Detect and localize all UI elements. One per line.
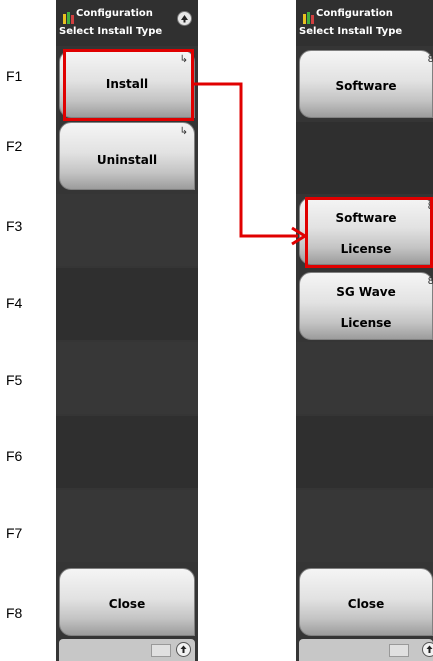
panel-subtitle: Select Install Type — [59, 26, 163, 37]
close-button[interactable]: Close — [299, 568, 433, 636]
empty-softkey-f6 — [56, 416, 198, 488]
button-label-line1: SG Wave — [336, 285, 396, 299]
button-label: Close — [108, 597, 146, 611]
configuration-icon — [302, 10, 316, 24]
fkey-label-f4: F4 — [6, 295, 23, 311]
fkey-label-f8: F8 — [6, 605, 23, 621]
fkey-label-f6: F6 — [6, 448, 23, 464]
panel-footer — [59, 639, 195, 661]
return-icon[interactable] — [422, 642, 433, 657]
fkey-label-f2: F2 — [6, 138, 23, 154]
panel-header: Configuration Select Install Type — [56, 0, 198, 46]
button-label: Software — [335, 79, 397, 93]
sg-wave-license-button[interactable]: 8 SG Wave License — [299, 272, 433, 340]
panel-header: Configuration Select Install Type — [296, 0, 433, 46]
empty-softkey-f4 — [56, 268, 198, 340]
panel-title: Configuration — [316, 8, 393, 19]
empty-softkey-f7 — [296, 490, 433, 562]
panel-subtitle: Select Install Type — [299, 26, 403, 37]
uninstall-button[interactable]: ↳ Uninstall — [59, 122, 195, 190]
right-softkey-panel: Configuration Select Install Type 8 Soft… — [296, 0, 433, 661]
software-button[interactable]: 8 Software — [299, 50, 433, 118]
empty-softkey-f5 — [56, 342, 198, 414]
panel-title: Configuration — [76, 8, 153, 19]
arrow-up-icon[interactable] — [177, 11, 192, 26]
return-icon[interactable] — [176, 642, 191, 657]
empty-softkey-f2 — [296, 122, 433, 194]
submenu-arrow-icon: ↳ — [179, 126, 188, 137]
status-box — [389, 644, 409, 657]
empty-softkey-f6 — [296, 416, 433, 488]
status-box — [151, 644, 171, 657]
install-highlight-box — [63, 49, 194, 121]
button-label: Close — [347, 597, 385, 611]
empty-softkey-f5 — [296, 342, 433, 414]
submenu-arrow-icon: 8 — [427, 54, 433, 65]
fkey-label-f3: F3 — [6, 218, 23, 234]
configuration-icon — [62, 10, 76, 24]
button-label: Uninstall — [96, 153, 158, 167]
panel-footer — [299, 639, 433, 661]
fkey-label-f7: F7 — [6, 525, 23, 541]
empty-softkey-f7 — [56, 490, 198, 562]
button-label-line2: License — [340, 316, 392, 330]
fkey-label-f1: F1 — [6, 68, 23, 84]
empty-softkey-f3 — [56, 194, 198, 266]
software-license-highlight-box — [305, 197, 433, 268]
fkey-label-f5: F5 — [6, 372, 23, 388]
close-button[interactable]: Close — [59, 568, 195, 636]
